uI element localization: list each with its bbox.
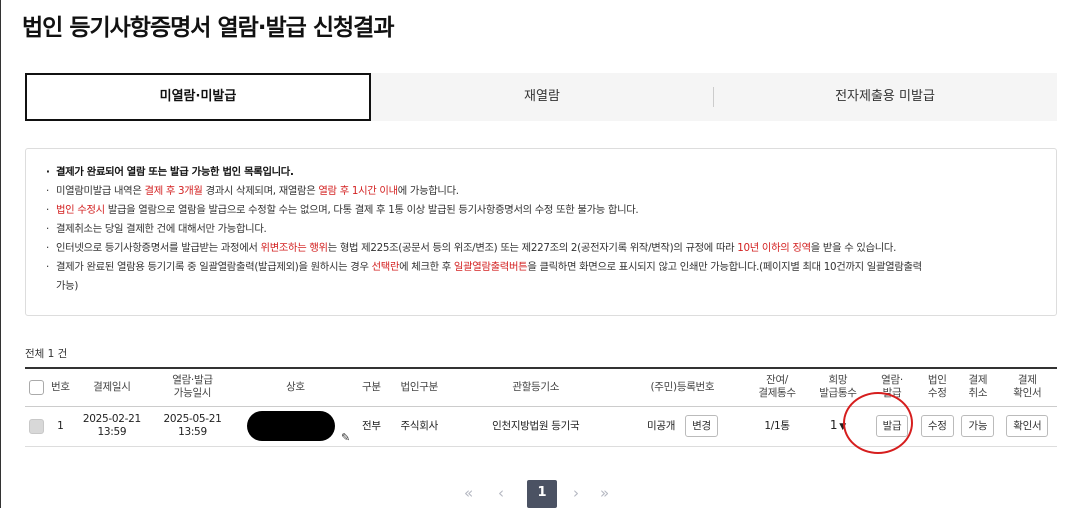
cell-paid-date: 2025-02-21 13:59 bbox=[72, 406, 151, 447]
page-title: 법인 등기사항증명서 열람·발급 신청결과 bbox=[22, 15, 394, 41]
pencil-icon: ✎ bbox=[340, 431, 350, 444]
header-reg-no: (주민)등록번호 bbox=[618, 367, 746, 407]
header-registry: 관할등기소 bbox=[452, 367, 619, 407]
header-issue: 열람· 발급 bbox=[867, 367, 917, 407]
cell-company: ✎ bbox=[234, 406, 357, 447]
chevron-down-icon: ▼ bbox=[839, 421, 846, 432]
change-button[interactable]: 변경 bbox=[685, 415, 718, 437]
pagination: « ‹ 1 › » bbox=[460, 480, 660, 508]
next-page-button[interactable]: › bbox=[573, 484, 579, 502]
cell-hope-count: 1 ▼ bbox=[808, 406, 868, 447]
last-page-button[interactable]: » bbox=[600, 484, 609, 502]
header-remain: 잔여/결제통수 bbox=[745, 367, 809, 407]
header-cancel: 결제 취소 bbox=[958, 367, 998, 407]
header-type: 구분 bbox=[356, 367, 386, 407]
row-checkbox[interactable] bbox=[28, 418, 44, 434]
cell-type: 전부 bbox=[356, 406, 386, 447]
cell-corp-type: 주식회사 bbox=[385, 406, 453, 447]
notice-box: 결제가 완료되어 열람 또는 발급 가능한 법인 목록입니다. 미열람미발급 내… bbox=[25, 148, 1057, 316]
table-row: 1 2025-02-21 13:59 2025-05-21 13:59 ✎ 전부 주… bbox=[25, 406, 1057, 447]
notice-line-2: 미열람미발급 내역은 결제 후 3개월 경과시 삭제되며, 재열람은 열람 후 … bbox=[46, 182, 1036, 201]
tab-electronic-unissued[interactable]: 전자제출용 미발급 bbox=[713, 73, 1057, 121]
cell-remain: 1/1통 bbox=[745, 406, 809, 447]
tab-bar: 미열람·미발급 재열람 전자제출용 미발급 bbox=[25, 73, 1057, 121]
cell-cancel: 가능 bbox=[958, 406, 998, 447]
edit-button[interactable]: 수정 bbox=[920, 415, 954, 437]
notice-line-6: 결제가 완료된 열람용 등기기록 중 일괄열람출력(발급제외)을 원하시는 경우… bbox=[46, 258, 1036, 296]
header-paid-date: 결제일시 bbox=[72, 367, 151, 407]
cell-registry: 인천지방법원 등기국 bbox=[452, 406, 619, 447]
receipt-button[interactable]: 확인서 bbox=[1006, 415, 1049, 437]
tab-unviewed-unissued[interactable]: 미열람·미발급 bbox=[25, 73, 371, 121]
hope-count-select[interactable]: 1 ▼ bbox=[822, 418, 854, 434]
notice-line-4: 결제취소는 당일 결제한 건에 대해서만 가능합니다. bbox=[46, 220, 1036, 239]
header-edit: 법인 수정 bbox=[916, 367, 959, 407]
cell-reg-no: 미공개 변경 bbox=[618, 406, 746, 447]
cell-avail-date: 2025-05-21 13:59 bbox=[150, 406, 235, 447]
select-all-checkbox[interactable] bbox=[28, 379, 44, 395]
result-table: 번호 결제일시 열람·발급 가능일시 상호 구분 법인구분 관할등기소 (주민)등… bbox=[25, 367, 1057, 447]
cell-issue: 발급 bbox=[867, 406, 917, 447]
header-hope-count: 희망 발급통수 bbox=[808, 367, 868, 407]
tab-review[interactable]: 재열람 bbox=[371, 73, 713, 121]
cell-edit: 수정 bbox=[916, 406, 959, 447]
prev-page-button[interactable]: ‹ bbox=[498, 484, 504, 502]
header-company: 상호 bbox=[234, 367, 357, 407]
notice-line-5: 인터넷으로 등기사항증명서를 발급받는 과정에서 위변조하는 행위는 형법 제2… bbox=[46, 239, 1036, 258]
redacted-company-name bbox=[246, 411, 335, 441]
row-select bbox=[25, 406, 48, 447]
page-1-button[interactable]: 1 bbox=[527, 480, 557, 508]
header-no: 번호 bbox=[47, 367, 73, 407]
cell-receipt: 확인서 bbox=[997, 406, 1057, 447]
first-page-button[interactable]: « bbox=[464, 484, 473, 502]
header-select-all bbox=[25, 367, 48, 407]
header-receipt: 결제 확인서 bbox=[997, 367, 1057, 407]
table-header-row: 번호 결제일시 열람·발급 가능일시 상호 구분 법인구분 관할등기소 (주민)등… bbox=[25, 367, 1057, 407]
notice-line-1: 결제가 완료되어 열람 또는 발급 가능한 법인 목록입니다. bbox=[46, 163, 1036, 182]
header-corp-type: 법인구분 bbox=[385, 367, 453, 407]
cancel-button[interactable]: 가능 bbox=[961, 415, 995, 437]
issue-button[interactable]: 발급 bbox=[875, 415, 909, 437]
total-count: 전체 1 건 bbox=[25, 348, 68, 360]
notice-line-3: 법인 수정시 발급을 열람으로 열람을 발급으로 수정할 수는 없으며, 다통 … bbox=[46, 201, 1036, 220]
cell-no: 1 bbox=[47, 406, 73, 447]
header-avail-date: 열람·발급 가능일시 bbox=[150, 367, 235, 407]
